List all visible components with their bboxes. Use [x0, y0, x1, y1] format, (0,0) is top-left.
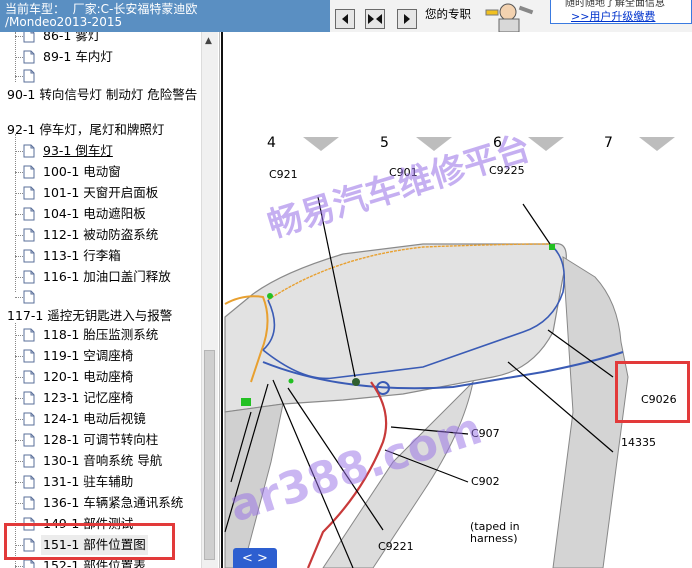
connector-label: C921	[269, 168, 298, 181]
fit-page-button[interactable]	[365, 9, 385, 29]
tree-guide-line	[15, 235, 23, 236]
selection-highlight-box	[4, 523, 175, 560]
arrow-right-icon	[404, 14, 410, 24]
tree-guide-line	[15, 461, 23, 462]
connector-label: C902	[471, 475, 500, 488]
tree-guide-line	[15, 57, 23, 58]
column-label: 7	[604, 135, 613, 151]
c9026-highlight-box	[615, 361, 690, 423]
tree-item-label: 101-1 天窗开启面板	[43, 185, 159, 200]
prev-page-button[interactable]	[335, 9, 355, 29]
document-icon	[23, 349, 35, 363]
document-icon	[23, 69, 35, 83]
document-icon	[23, 412, 35, 426]
tree-item-label: 131-1 驻车辅助	[43, 474, 134, 489]
arrow-left-icon	[342, 14, 348, 24]
tree-guide-line	[15, 377, 23, 378]
notice-text: 您的专职	[425, 7, 471, 21]
document-icon	[23, 50, 35, 64]
tree-guide-line	[15, 297, 23, 298]
next-page-button[interactable]	[397, 9, 417, 29]
document-icon	[23, 186, 35, 200]
tree-guide-line	[15, 503, 23, 504]
tree-item-label: 116-1 加油口盖门释放	[43, 269, 171, 284]
tree-folder[interactable]: 90-1 转向信号灯 制动灯 危险警告	[7, 85, 197, 105]
tree-guide-line	[15, 256, 23, 257]
tree-item-label: 93-1 倒车灯	[43, 143, 113, 158]
document-icon	[23, 433, 35, 447]
upgrade-link[interactable]: >>用户升级缴费	[571, 8, 655, 24]
tree-guide-line	[15, 76, 23, 77]
component-location-diagram: 4 5 6 7 C921 C901 C9225 C9026 C907 C902 …	[221, 32, 692, 568]
document-icon	[23, 391, 35, 405]
tree-guide-line	[15, 440, 23, 441]
tree-item-label: 104-1 电动遮阳板	[43, 206, 146, 221]
document-icon	[23, 165, 35, 179]
document-icon	[23, 475, 35, 489]
document-icon	[23, 454, 35, 468]
connector-label: C9026	[641, 393, 677, 406]
upgrade-panel: 随时随地了解全面信息 >>用户升级缴费	[550, 0, 692, 24]
document-icon	[23, 290, 35, 304]
annotation-text: harness)	[470, 532, 518, 545]
top-bar: 当前车型： 厂家:C-长安福特蒙迪欧 /Mondeo2013-2015 您的专职…	[0, 0, 692, 33]
scroll-up-icon[interactable]: ▲	[205, 36, 212, 46]
document-icon	[23, 144, 35, 158]
tree-guide-line	[15, 172, 23, 173]
page-nav-button[interactable]: < >	[233, 548, 277, 568]
tree-item-label: 100-1 电动窗	[43, 164, 121, 179]
tree-item-label: 120-1 电动座椅	[43, 369, 134, 384]
tree-guide-line	[15, 134, 16, 292]
column-label: 5	[380, 135, 389, 151]
chapter-tree: 86-1 雾灯 89-1 车内灯 90-1 转向信号灯 制动灯 危险警告 92-1 停…	[0, 32, 220, 568]
tree-item-label: 118-1 胎压监测系统	[43, 327, 159, 342]
tree-guide-line	[15, 277, 23, 278]
tree-folder[interactable]: 92-1 停车灯，尾灯和牌照灯	[7, 120, 164, 140]
tree-guide-line	[15, 356, 23, 357]
tree-guide-line	[15, 482, 23, 483]
tree-item-label: 123-1 记忆座椅	[43, 390, 134, 405]
current-vehicle-info: 当前车型： 厂家:C-长安福特蒙迪欧 /Mondeo2013-2015	[0, 0, 330, 32]
arrows-inward-icon	[368, 14, 382, 24]
tree-item-label: 89-1 车内灯	[43, 49, 113, 64]
document-icon	[23, 249, 35, 263]
document-icon	[23, 32, 35, 43]
connector-label: 14335	[621, 436, 656, 449]
tree-item-label: 112-1 被动防盗系统	[43, 227, 159, 242]
tree-item-label: 119-1 空调座椅	[43, 348, 134, 363]
connector-label: C9221	[378, 540, 414, 553]
tree-scrollbar[interactable]: ▲	[201, 32, 218, 568]
document-icon	[23, 207, 35, 221]
tree-item-label: 128-1 可调节转向柱	[43, 432, 159, 447]
tree-item-label: 113-1 行李箱	[43, 248, 121, 263]
tree-guide-line	[15, 151, 23, 152]
tree-guide-line	[15, 214, 23, 215]
tree-guide-line	[15, 193, 23, 194]
document-icon	[23, 228, 35, 242]
mechanic-mascot-icon	[482, 0, 540, 33]
document-icon	[23, 496, 35, 510]
tree-guide-line	[15, 398, 23, 399]
tree-item-label: 136-1 车辆紧急通讯系统	[43, 495, 184, 510]
document-icon	[23, 559, 35, 568]
tree-item-label: 86-1 雾灯	[43, 32, 101, 43]
tree-item-label: 130-1 音响系统 导航	[43, 453, 163, 468]
tree-item-label: 124-1 电动后视镜	[43, 411, 146, 426]
document-icon	[23, 370, 35, 384]
tree-guide-line	[15, 566, 23, 567]
document-icon	[23, 328, 35, 342]
tree-guide-line	[15, 419, 23, 420]
tree-guide-line	[15, 36, 23, 37]
tree-folder[interactable]: 117-1 遥控无钥匙进入与报警	[7, 306, 172, 326]
scrollbar-thumb[interactable]	[204, 350, 215, 560]
tree-guide-line	[15, 335, 23, 336]
document-icon	[23, 270, 35, 284]
column-label: 4	[267, 135, 276, 151]
